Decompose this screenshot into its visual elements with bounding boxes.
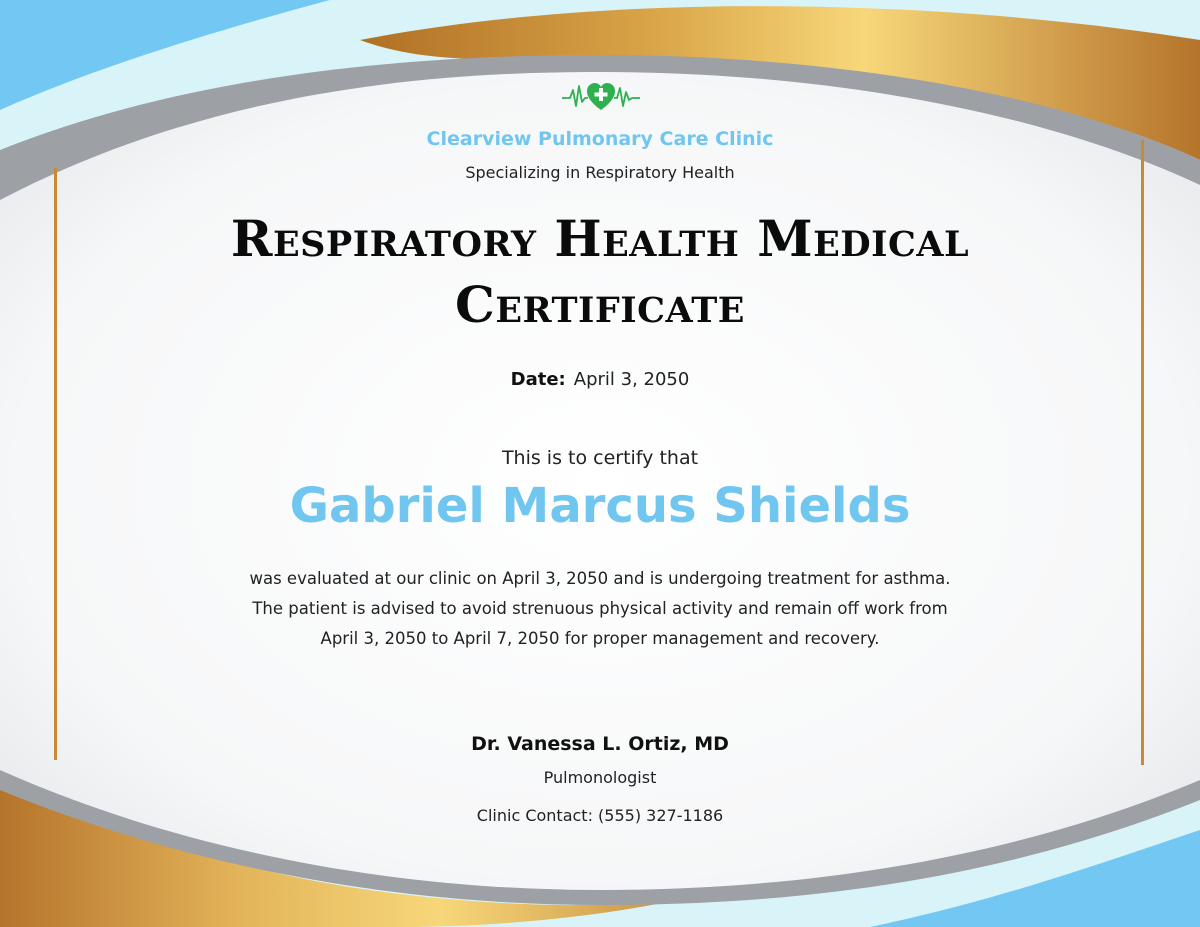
clinic-tagline: Specializing in Respiratory Health [465, 163, 735, 182]
certificate-title: Respiratory Health Medical Certificate [230, 209, 970, 334]
body-line: The patient is advised to avoid strenuou… [252, 599, 948, 618]
patient-name: Gabriel Marcus Shields [289, 478, 911, 534]
certificate-body: was evaluated at our clinic on April 3, … [200, 564, 1000, 654]
heart-cross-heartbeat-icon [562, 83, 640, 110]
doctor-role: Pulmonologist [543, 768, 657, 787]
doctor-name: Dr. Vanessa L. Ortiz, MD [471, 733, 729, 755]
certificate-content: Clearview Pulmonary Care Clinic Speciali… [0, 0, 1200, 927]
certify-intro: This is to certify that [501, 447, 699, 469]
date-label: Date: [510, 369, 566, 390]
clinic-name: Clearview Pulmonary Care Clinic [426, 128, 774, 150]
date-row: Date: April 3, 2050 [0, 369, 1200, 390]
body-line: was evaluated at our clinic on April 3, … [249, 569, 951, 588]
body-line: April 3, 2050 to April 7, 2050 for prope… [320, 629, 880, 648]
clinic-contact: Clinic Contact: (555) 327-1186 [476, 806, 724, 825]
date-value: April 3, 2050 [573, 369, 690, 390]
